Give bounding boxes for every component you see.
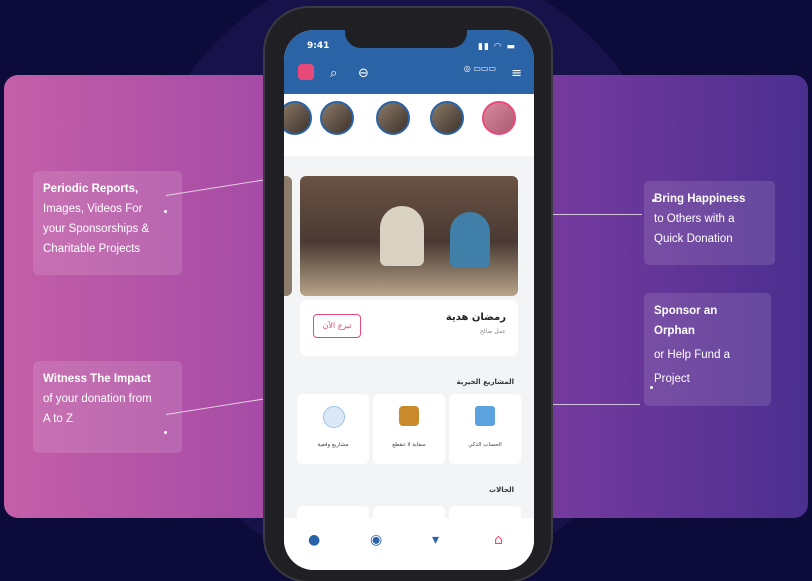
stories-row: [284, 94, 534, 156]
status-icons: ▮▮ ◠ ▬: [478, 42, 516, 52]
callout-line: your Sponsorships &: [43, 223, 150, 235]
callout-line: or Help Fund a: [654, 349, 731, 361]
calculator-icon: [475, 406, 495, 426]
story-item-active[interactable]: [482, 101, 516, 135]
banner-figure: [380, 206, 424, 266]
connector-dot: [164, 210, 167, 213]
story-item[interactable]: [320, 101, 354, 135]
story-item[interactable]: [430, 101, 464, 135]
search-icon[interactable]: ⌕: [330, 66, 337, 81]
callout-line: A to Z: [43, 413, 74, 425]
project-tile[interactable]: سقاية لا تنقطع: [373, 394, 445, 464]
callout-line: Charitable Projects: [43, 243, 141, 255]
section-title-campaigns: الحالات: [489, 486, 514, 494]
brand-logo: ◎ ▭▭▭: [463, 64, 496, 73]
bottom-nav: ● ◉ ▾ ⌂: [284, 518, 534, 570]
prev-banner-peek: [284, 176, 292, 296]
callout-sponsor-orphan: Sponsor an Orphan or Help Fund a Project: [644, 293, 771, 406]
callout-line: Quick Donation: [654, 233, 733, 245]
chat-icon[interactable]: ⊖: [358, 66, 369, 81]
callout-title: Witness The Impact: [43, 373, 151, 385]
connector-dot: [652, 199, 655, 202]
donation-card: تبرع الآن رمضان هدية عمل صالح: [300, 300, 518, 356]
donate-now-button[interactable]: تبرع الآن: [313, 314, 361, 338]
callout-line: Project: [654, 373, 690, 385]
connector-line: [552, 214, 642, 215]
callout-line: to Others with a: [654, 213, 735, 225]
callout-witness-impact: Witness The Impact of your donation from…: [33, 361, 182, 453]
endowment-icon: [323, 406, 345, 428]
home-icon[interactable]: ⌂: [494, 532, 503, 548]
status-time: 9:41: [307, 41, 330, 51]
phone-notch: [345, 24, 467, 48]
connector-dot: [164, 431, 167, 434]
location-pin-icon[interactable]: ◉: [370, 532, 382, 548]
callout-title: Periodic Reports,: [43, 183, 139, 195]
callout-line: Images, Videos For: [43, 203, 143, 215]
story-item[interactable]: [284, 101, 312, 135]
notification-bell-icon[interactable]: [298, 64, 314, 80]
menu-icon[interactable]: ≡: [511, 66, 522, 81]
tile-label: مشاريع وقفية: [317, 442, 349, 448]
tile-label: الحساب الذكي: [468, 442, 502, 448]
callout-bring-happiness: Bring Happiness to Others with a Quick D…: [644, 181, 775, 265]
donation-subtitle: عمل صالح: [479, 328, 506, 335]
banner-figure: [450, 212, 490, 268]
tile-label: سقاية لا تنقطع: [392, 442, 426, 448]
project-tile[interactable]: الحساب الذكي: [449, 394, 521, 464]
hero-banner-image[interactable]: [300, 176, 518, 296]
callout-title: Bring Happiness: [654, 193, 746, 205]
callout-periodic-reports: Periodic Reports, Images, Videos For you…: [33, 171, 182, 275]
cart-icon[interactable]: ▾: [432, 532, 439, 548]
connector-dot: [650, 386, 653, 389]
section-title-projects: المشاريع الخيرية: [456, 378, 514, 386]
water-bottle-icon: [399, 406, 419, 426]
app-screen: 9:41 ▮▮ ◠ ▬ ⌕ ⊖ ◎ ▭▭▭ ≡ تبرع الآن رمضان …: [284, 30, 534, 570]
donation-title: رمضان هدية: [445, 312, 506, 323]
project-tile[interactable]: مشاريع وقفية: [297, 394, 369, 464]
connector-line: [552, 404, 640, 405]
callout-line: of your donation from: [43, 393, 152, 405]
profile-icon[interactable]: ●: [308, 532, 320, 548]
story-item[interactable]: [376, 101, 410, 135]
callout-title: Sponsor an Orphan: [654, 305, 718, 337]
